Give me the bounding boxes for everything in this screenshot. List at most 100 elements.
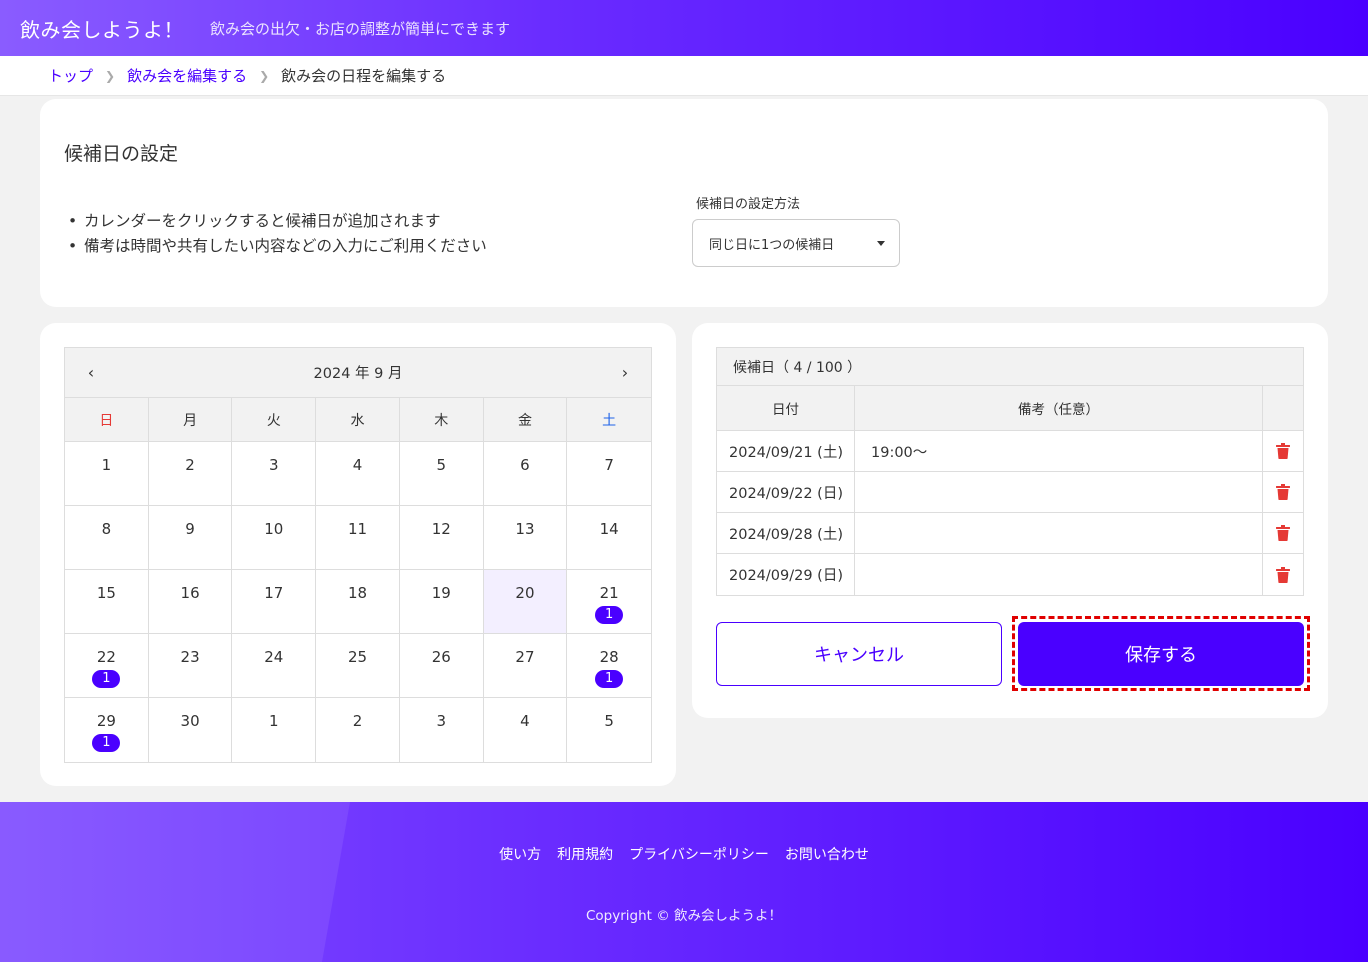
calendar-day-cell[interactable]: 30 bbox=[149, 698, 233, 762]
calendar-day-cell[interactable]: 12 bbox=[399, 506, 484, 570]
calendar-day-cell[interactable]: 2 bbox=[316, 698, 400, 762]
calendar-day-number: 5 bbox=[436, 456, 446, 474]
calendar-day-number: 11 bbox=[347, 520, 368, 538]
method-select[interactable]: 同じ日に1つの候補日 bbox=[692, 219, 900, 267]
calendar-week-row: 8 9 10 11 12 13 14 bbox=[65, 506, 652, 570]
save-button[interactable]: 保存する bbox=[1018, 622, 1304, 686]
calendar-day-cell[interactable]: 2 bbox=[148, 442, 233, 506]
calendar-day-cell[interactable]: 22 1 bbox=[65, 634, 149, 698]
calendar-day-cell[interactable]: 5 bbox=[399, 442, 484, 506]
breadcrumb-current: 飲み会の日程を編集する bbox=[281, 67, 447, 85]
footer-link-privacy[interactable]: プライバシーポリシー bbox=[629, 844, 769, 864]
calendar-day-cell[interactable]: 10 bbox=[232, 506, 317, 570]
calendar-day-number: 15 bbox=[96, 584, 116, 602]
calendar-day-cell[interactable]: 1 bbox=[232, 698, 317, 762]
calendar-day-cell[interactable]: 28 1 bbox=[567, 634, 652, 698]
calendar-day-cell[interactable]: 20 bbox=[483, 570, 568, 634]
calendar-day-cell[interactable]: 8 bbox=[65, 506, 149, 570]
calendar-weekday-row: 日 月 火 水 木 金 土 bbox=[65, 398, 652, 442]
candidate-note-input[interactable]: 19:00～ bbox=[855, 431, 1263, 471]
calendar-day-number: 29 bbox=[96, 712, 116, 730]
calendar-day-number: 3 bbox=[269, 456, 279, 474]
calendar-day-number: 4 bbox=[352, 456, 363, 474]
candidate-note-input[interactable] bbox=[855, 513, 1263, 553]
weekday-sun: 日 bbox=[65, 398, 149, 442]
calendar-day-cell[interactable]: 18 bbox=[316, 570, 400, 634]
calendar-day-cell[interactable]: 3 bbox=[232, 442, 317, 506]
calendar-day-number: 7 bbox=[604, 456, 614, 474]
calendar-day-number: 6 bbox=[520, 456, 530, 474]
chevron-right-icon: ❯ bbox=[105, 68, 116, 83]
note-item: カレンダーをクリックすると候補日が追加されます bbox=[68, 209, 487, 234]
footer-link-howto[interactable]: 使い方 bbox=[499, 844, 541, 864]
calendar-day-cell[interactable]: 25 bbox=[316, 634, 400, 698]
calendar-day-cell[interactable]: 3 bbox=[400, 698, 484, 762]
calendar-day-number: 3 bbox=[436, 712, 446, 730]
calendar-day-number: 22 bbox=[96, 648, 116, 666]
calendar-card: ‹ 2024 年 9 月 › 日 月 火 水 木 金 土 1 2 3 4 5 6 7 8 9 10… bbox=[40, 323, 676, 786]
calendar-day-cell[interactable]: 5 bbox=[567, 698, 651, 762]
calendar-day-cell[interactable]: 7 bbox=[567, 442, 652, 506]
breadcrumb: トップ ❯ 飲み会を編集する ❯ 飲み会の日程を編集する bbox=[0, 56, 1368, 96]
calendar-day-cell[interactable]: 4 bbox=[484, 698, 568, 762]
calendar-day-cell[interactable]: 26 bbox=[399, 634, 484, 698]
calendar-day-number: 23 bbox=[180, 648, 200, 666]
calendar-month-label: 2024 年 9 月 bbox=[313, 366, 403, 382]
candidate-note-input[interactable] bbox=[855, 472, 1263, 512]
calendar-day-cell[interactable]: 16 bbox=[148, 570, 233, 634]
calendar-day-number: 24 bbox=[264, 648, 284, 666]
calendar-day-cell[interactable]: 21 1 bbox=[567, 570, 652, 634]
delete-button[interactable] bbox=[1263, 472, 1303, 512]
calendar-week-row: 29 1 30 1 2 3 4 5 bbox=[65, 698, 651, 762]
app-header: 飲み会しようよ！ 飲み会の出欠・お店の調整が簡単にできます bbox=[0, 0, 1368, 56]
weekday-fri: 金 bbox=[483, 398, 568, 442]
calendar-day-cell[interactable]: 19 bbox=[399, 570, 484, 634]
calendar-day-cell[interactable]: 11 bbox=[316, 506, 400, 570]
calendar-day-cell[interactable]: 14 bbox=[567, 506, 652, 570]
calendar-day-cell[interactable]: 15 bbox=[65, 570, 149, 634]
calendar-day-cell[interactable]: 4 bbox=[316, 442, 400, 506]
footer-links: 使い方 利用規約 プライバシーポリシー お問い合わせ bbox=[0, 844, 1368, 864]
calendar-day-cell[interactable]: 6 bbox=[483, 442, 568, 506]
calendar-day-cell[interactable]: 23 bbox=[148, 634, 233, 698]
calendar-day-cell[interactable]: 13 bbox=[483, 506, 568, 570]
calendar-day-cell[interactable]: 29 1 bbox=[65, 698, 149, 762]
footer: 使い方 利用規約 プライバシーポリシー お問い合わせ Copyright © 飲… bbox=[0, 802, 1368, 962]
col-date-header: 日付 bbox=[717, 386, 855, 430]
calendar-day-number: 4 bbox=[520, 712, 530, 730]
calendar-day-number: 2 bbox=[185, 456, 195, 474]
trash-icon bbox=[1276, 525, 1290, 541]
calendar-day-number: 30 bbox=[180, 712, 200, 730]
calendar-day-number: 9 bbox=[185, 520, 195, 538]
delete-button[interactable] bbox=[1263, 431, 1303, 471]
settings-title: 候補日の設定 bbox=[64, 143, 179, 165]
caret-down-icon bbox=[877, 241, 885, 246]
footer-link-contact[interactable]: お問い合わせ bbox=[785, 844, 869, 864]
candidate-date: 2024/09/21 (土) bbox=[717, 431, 855, 471]
calendar-day-number: 26 bbox=[431, 648, 451, 666]
delete-button[interactable] bbox=[1263, 513, 1303, 553]
calendar-day-number: 13 bbox=[515, 520, 535, 538]
breadcrumb-edit-event-link[interactable]: 飲み会を編集する bbox=[127, 65, 247, 86]
calendar-day-cell[interactable]: 27 bbox=[483, 634, 568, 698]
candidate-note-input[interactable] bbox=[855, 554, 1263, 595]
breadcrumb-top-link[interactable]: トップ bbox=[48, 65, 93, 86]
calendar-day-cell[interactable]: 1 bbox=[65, 442, 149, 506]
method-label: 候補日の設定方法 bbox=[696, 197, 801, 212]
calendar-day-cell[interactable]: 17 bbox=[232, 570, 317, 634]
header-tagline: 飲み会の出欠・お店の調整が簡単にできます bbox=[210, 19, 511, 38]
candidate-date: 2024/09/22 (日) bbox=[717, 472, 855, 512]
col-note-header: 備考（任意） bbox=[855, 386, 1263, 430]
candidates-body: 2024/09/21 (土) 19:00～ 2024/09/22 (日) 2024/0… bbox=[717, 431, 1303, 595]
calendar-day-number: 19 bbox=[431, 584, 451, 602]
candidates-header-row: 日付 備考（任意） bbox=[717, 386, 1303, 431]
cancel-button[interactable]: キャンセル bbox=[716, 622, 1002, 686]
footer-link-terms[interactable]: 利用規約 bbox=[557, 844, 613, 864]
brand-logo[interactable]: 飲み会しようよ！ bbox=[20, 14, 184, 43]
weekday-wed: 水 bbox=[316, 398, 400, 442]
chevron-left-icon[interactable]: ‹ bbox=[83, 363, 99, 382]
calendar-day-cell[interactable]: 24 bbox=[232, 634, 317, 698]
chevron-right-icon[interactable]: › bbox=[617, 363, 633, 382]
delete-button[interactable] bbox=[1263, 554, 1303, 595]
calendar-day-cell[interactable]: 9 bbox=[148, 506, 233, 570]
